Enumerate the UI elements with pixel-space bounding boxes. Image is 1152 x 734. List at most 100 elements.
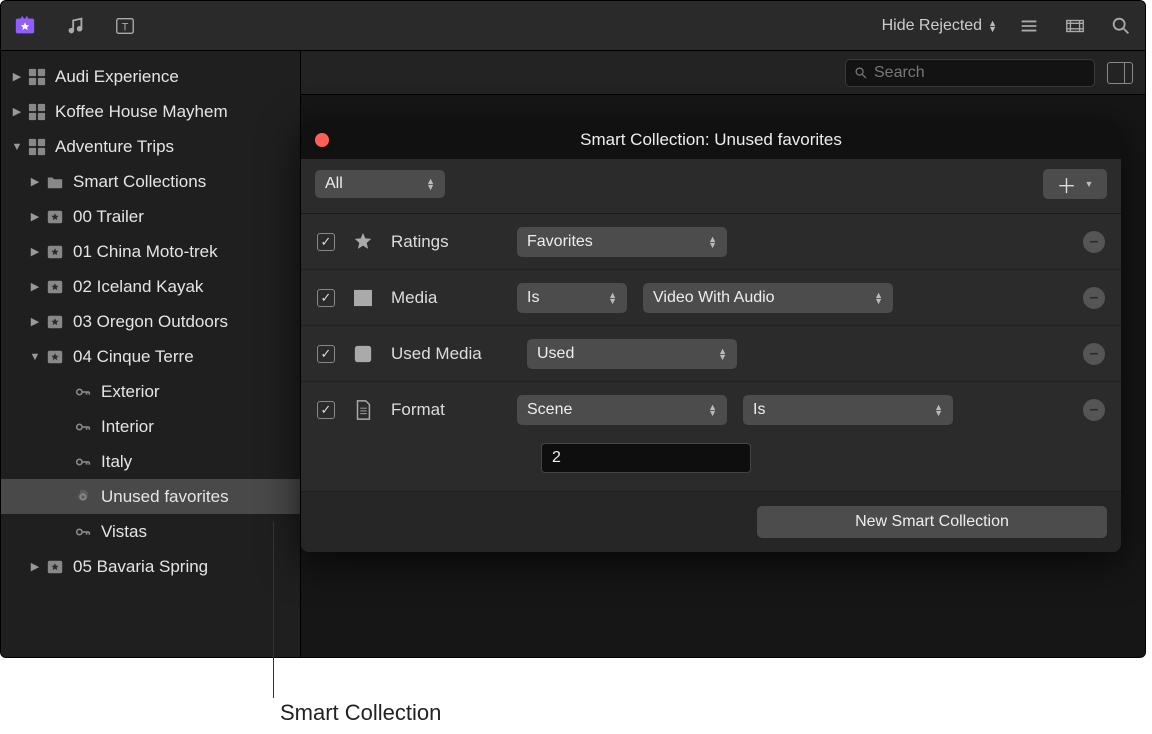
keyword-item[interactable]: Vistas: [1, 514, 300, 549]
event-item[interactable]: ▼ 04 Cinque Terre: [1, 339, 300, 374]
library-item[interactable]: ▶ Koffee House Mayhem: [1, 94, 300, 129]
library-icon: [27, 138, 47, 156]
item-label: Exterior: [101, 382, 160, 402]
rule-label: Ratings: [391, 232, 501, 252]
inspector-toggle-icon[interactable]: [1107, 62, 1133, 84]
event-item[interactable]: ▶00 Trailer: [1, 199, 300, 234]
rule-checkbox[interactable]: [317, 289, 335, 307]
library-icon: [27, 103, 47, 121]
disclosure-triangle-icon[interactable]: ▶: [29, 175, 41, 188]
add-rule-button[interactable]: ＋ ▼: [1043, 169, 1107, 199]
item-label: Vistas: [101, 522, 147, 542]
svg-text:T: T: [122, 21, 129, 33]
event-icon: [45, 208, 65, 226]
key-icon: [73, 418, 93, 436]
disclosure-triangle-icon[interactable]: ▶: [11, 105, 23, 118]
event-item[interactable]: ▶ 05 Bavaria Spring: [1, 549, 300, 584]
disclosure-triangle-icon[interactable]: ▶: [29, 245, 41, 258]
sidebar: ▶ Audi Experience ▶ Koffee House Mayhem …: [1, 51, 301, 657]
item-label: 02 Iceland Kayak: [73, 277, 203, 297]
toolbar: T Hide Rejected ▲▼: [1, 1, 1145, 51]
keyword-item[interactable]: Exterior: [1, 374, 300, 409]
event-icon: [45, 243, 65, 261]
new-smart-collection-button[interactable]: New Smart Collection: [757, 506, 1107, 538]
remove-rule-button[interactable]: –: [1083, 231, 1105, 253]
library-item[interactable]: ▶ Audi Experience: [1, 59, 300, 94]
rule-select[interactable]: Used▲▼: [527, 339, 737, 369]
checkbox-icon: [351, 343, 375, 365]
match-value: All: [325, 175, 343, 193]
rule-label: Media: [391, 288, 501, 308]
rule-checkbox[interactable]: [317, 401, 335, 419]
folder-icon: [45, 173, 65, 191]
item-label: 04 Cinque Terre: [73, 347, 194, 367]
list-view-icon[interactable]: [1015, 12, 1043, 40]
format-value-input[interactable]: [541, 443, 751, 473]
filter-dropdown[interactable]: Hide Rejected ▲▼: [882, 17, 997, 35]
rule-label: Format: [391, 400, 501, 420]
panel-titlebar: Smart Collection: Unused favorites: [301, 121, 1121, 159]
smart-collection-panel: Smart Collection: Unused favorites All ▲…: [301, 121, 1121, 552]
rules-list: Ratings Favorites▲▼ – Media Is▲▼ Video W…: [301, 209, 1121, 491]
event-item[interactable]: ▶ 03 Oregon Outdoors: [1, 304, 300, 339]
document-icon: [351, 399, 375, 421]
event-item[interactable]: ▶01 China Moto-trek: [1, 234, 300, 269]
search-input[interactable]: Search: [845, 59, 1095, 87]
filter-label: Hide Rejected: [882, 17, 983, 35]
item-label: 05 Bavaria Spring: [73, 557, 208, 577]
plus-icon: ＋: [1057, 170, 1077, 199]
remove-rule-button[interactable]: –: [1083, 399, 1105, 421]
rule-row: Used Media Used▲▼ –: [301, 325, 1121, 381]
event-icon: [45, 348, 65, 366]
search-placeholder: Search: [874, 64, 925, 82]
rule-row: Ratings Favorites▲▼ –: [301, 213, 1121, 269]
folder-item[interactable]: ▶ Smart Collections: [1, 164, 300, 199]
disclosure-triangle-icon[interactable]: ▶: [29, 315, 41, 328]
browser-header: Search: [301, 51, 1145, 95]
disclosure-triangle-icon[interactable]: ▶: [29, 280, 41, 293]
music-browser-icon[interactable]: [61, 12, 89, 40]
event-icon: [45, 313, 65, 331]
library-item[interactable]: ▼ Adventure Trips: [1, 129, 300, 164]
rule-checkbox[interactable]: [317, 345, 335, 363]
disclosure-triangle-icon[interactable]: ▶: [29, 210, 41, 223]
media-browser-icon[interactable]: [11, 12, 39, 40]
remove-rule-button[interactable]: –: [1083, 343, 1105, 365]
disclosure-triangle-icon[interactable]: ▼: [29, 351, 41, 363]
chevron-down-icon: ▼: [1085, 181, 1094, 187]
rule-select[interactable]: Is▲▼: [743, 395, 953, 425]
library-label: Koffee House Mayhem: [55, 102, 228, 122]
rule-row: Format Scene▲▼ Is▲▼ –: [301, 381, 1121, 437]
event-icon: [45, 278, 65, 296]
rule-select[interactable]: Is▲▼: [517, 283, 627, 313]
item-label: Unused favorites: [101, 487, 229, 507]
film-icon: [351, 287, 375, 309]
chevron-updown-icon: ▲▼: [426, 178, 435, 190]
library-icon: [27, 68, 47, 86]
rule-select[interactable]: Video With Audio▲▼: [643, 283, 893, 313]
disclosure-triangle-icon[interactable]: ▼: [11, 141, 23, 153]
rule-checkbox[interactable]: [317, 233, 335, 251]
rule-select[interactable]: Favorites▲▼: [517, 227, 727, 257]
item-label: Interior: [101, 417, 154, 437]
event-icon: [45, 558, 65, 576]
keyword-item[interactable]: Italy: [1, 444, 300, 479]
disclosure-triangle-icon[interactable]: ▶: [11, 70, 23, 83]
rule-label: Used Media: [391, 344, 511, 364]
event-item[interactable]: ▶ 02 Iceland Kayak: [1, 269, 300, 304]
smart-collection-item[interactable]: Unused favorites: [1, 479, 300, 514]
item-label: Italy: [101, 452, 132, 472]
disclosure-triangle-icon[interactable]: ▶: [29, 560, 41, 573]
titles-browser-icon[interactable]: T: [111, 12, 139, 40]
star-icon: [351, 231, 375, 253]
library-label: Audi Experience: [55, 67, 179, 87]
rule-row: Media Is▲▼ Video With Audio▲▼ –: [301, 269, 1121, 325]
filmstrip-view-icon[interactable]: [1061, 12, 1089, 40]
keyword-item[interactable]: Interior: [1, 409, 300, 444]
close-button[interactable]: [315, 133, 329, 147]
rule-select[interactable]: Scene▲▼: [517, 395, 727, 425]
remove-rule-button[interactable]: –: [1083, 287, 1105, 309]
item-label: 03 Oregon Outdoors: [73, 312, 228, 332]
match-select[interactable]: All ▲▼: [315, 170, 445, 198]
search-icon[interactable]: [1107, 12, 1135, 40]
